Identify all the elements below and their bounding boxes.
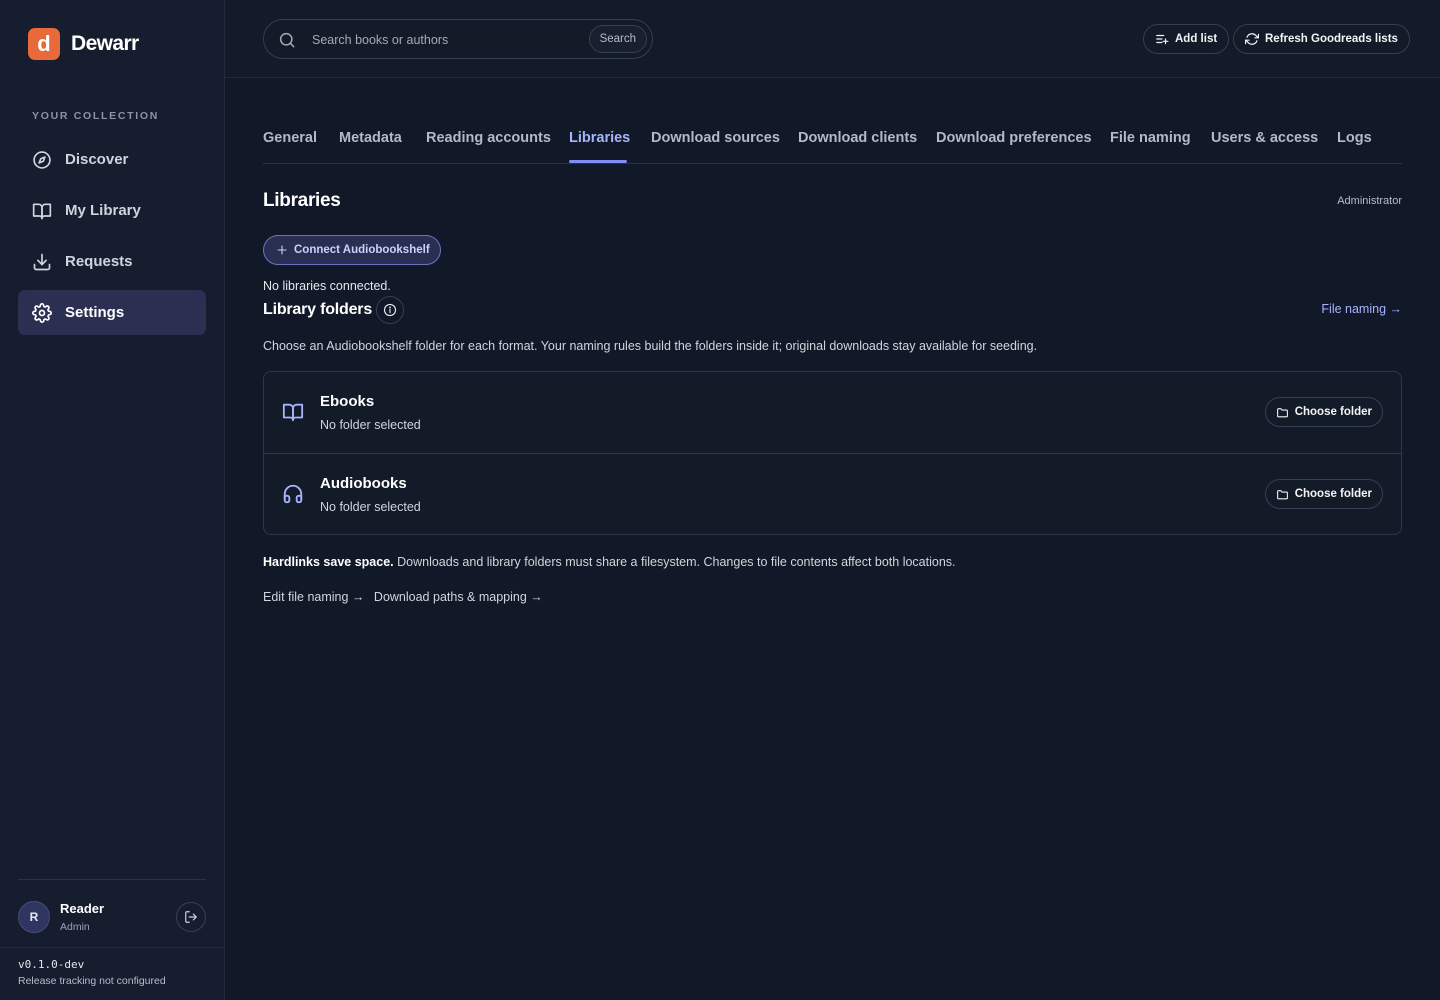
tab-users-access[interactable]: Users & access <box>1211 130 1318 146</box>
sidebar-item-label: Requests <box>65 253 133 270</box>
tab-reading-accounts[interactable]: Reading accounts <box>426 130 551 146</box>
folder-status: No folder selected <box>320 418 421 432</box>
tab-metadata[interactable]: Metadata <box>339 130 402 146</box>
compass-icon <box>33 150 51 169</box>
edit-file-naming-link[interactable]: Edit file naming → <box>263 590 364 604</box>
settings-tabs: General Metadata Reading accounts Librar… <box>263 78 1402 164</box>
choose-folder-button[interactable]: Choose folder <box>1264 397 1383 427</box>
add-list-label: Add list <box>1175 33 1218 45</box>
tab-logs[interactable]: Logs <box>1337 130 1372 146</box>
sidebar-item-label: Discover <box>65 151 129 168</box>
active-tab-indicator <box>569 160 627 163</box>
hardlinks-note-bold: Hardlinks save space. <box>263 555 394 569</box>
list-plus-icon <box>1156 34 1169 45</box>
choose-folder-label: Choose folder <box>1294 406 1372 418</box>
search-input[interactable] <box>312 29 582 51</box>
empty-libraries-text: No libraries connected. <box>263 279 391 293</box>
sidebar: d Dewarr YOUR COLLECTION Discover My Lib… <box>0 0 225 1000</box>
page-title: Libraries <box>263 190 341 211</box>
tab-download-clients[interactable]: Download clients <box>798 130 917 146</box>
sidebar-item-my-library[interactable]: My Library <box>18 188 206 233</box>
folder-icon <box>1276 407 1288 417</box>
folder-status: No folder selected <box>320 500 421 514</box>
book-open-icon <box>282 403 304 422</box>
hardlinks-note-text: Downloads and library folders must share… <box>393 555 956 569</box>
download-paths-link[interactable]: Download paths & mapping → <box>374 590 543 604</box>
app-root: d Dewarr YOUR COLLECTION Discover My Lib… <box>0 0 1440 1000</box>
headphones-icon <box>283 484 303 504</box>
sidebar-item-settings[interactable]: Settings <box>18 290 206 335</box>
info-button[interactable] <box>376 296 404 324</box>
search-box: Search <box>263 19 653 59</box>
user-role: Admin <box>60 921 90 933</box>
sidebar-divider <box>18 879 206 880</box>
version-area: v0.1.0-dev Release tracking not configur… <box>0 947 225 1000</box>
brand-logo-icon: d <box>28 28 60 60</box>
file-naming-link[interactable]: File naming → <box>1321 302 1402 316</box>
tab-general[interactable]: General <box>263 130 317 146</box>
sidebar-item-label: My Library <box>65 202 141 219</box>
brand-name: Dewarr <box>71 32 139 55</box>
refresh-goodreads-button[interactable]: Refresh Goodreads lists <box>1233 24 1410 54</box>
user-name: Reader <box>60 901 105 916</box>
sidebar-item-label: Settings <box>65 304 125 321</box>
sidebar-item-discover[interactable]: Discover <box>18 137 206 182</box>
search-button[interactable]: Search <box>588 25 647 53</box>
brand[interactable]: d Dewarr <box>28 28 139 60</box>
folder-name: Ebooks <box>320 393 375 410</box>
connect-audiobookshelf-label: Connect Audiobookshelf <box>294 244 430 256</box>
user-row: R Reader Admin <box>18 900 206 934</box>
gear-icon <box>32 302 52 323</box>
folder-row-ebooks: Ebooks No folder selected Choose folder <box>264 372 1401 453</box>
avatar[interactable]: R <box>18 901 50 933</box>
logout-icon <box>185 911 197 923</box>
add-list-button[interactable]: Add list <box>1143 24 1230 54</box>
refresh-icon <box>1245 33 1259 45</box>
topbar: Search Add list Refresh Goodreads lists <box>225 0 1440 78</box>
plus-icon <box>277 245 287 255</box>
refresh-goodreads-label: Refresh Goodreads lists <box>1265 33 1398 45</box>
tab-download-preferences[interactable]: Download preferences <box>936 130 1092 146</box>
choose-folder-button[interactable]: Choose folder <box>1264 479 1383 509</box>
logout-button[interactable] <box>176 902 206 932</box>
bottom-links: Edit file naming → Download paths & mapp… <box>263 590 549 604</box>
sidebar-section-label: YOUR COLLECTION <box>32 110 159 122</box>
folder-icon <box>1276 489 1288 499</box>
library-folders-title: Library folders <box>263 301 373 318</box>
release-status: Release tracking not configured <box>18 975 166 987</box>
book-open-icon <box>32 203 52 219</box>
info-icon <box>383 303 397 317</box>
hardlinks-note: Hardlinks save space. Downloads and libr… <box>263 555 956 569</box>
search-icon <box>279 32 295 48</box>
download-icon <box>33 253 51 270</box>
library-folders-description: Choose an Audiobookshelf folder for each… <box>263 339 1038 353</box>
tab-download-sources[interactable]: Download sources <box>651 130 780 146</box>
tab-file-naming[interactable]: File naming <box>1110 130 1191 146</box>
folder-row-audiobooks: Audiobooks No folder selected Choose fol… <box>264 453 1401 534</box>
app-version: v0.1.0-dev <box>18 958 85 971</box>
role-badge: Administrator <box>1337 195 1402 207</box>
tab-libraries[interactable]: Libraries <box>569 130 630 146</box>
sidebar-nav: Discover My Library Requests Settings <box>18 137 206 341</box>
folder-card: Ebooks No folder selected Choose folder … <box>263 371 1402 535</box>
sidebar-item-requests[interactable]: Requests <box>18 239 206 284</box>
folder-name: Audiobooks <box>320 475 407 492</box>
connect-audiobookshelf-button[interactable]: Connect Audiobookshelf <box>263 235 441 265</box>
choose-folder-label: Choose folder <box>1294 488 1372 500</box>
